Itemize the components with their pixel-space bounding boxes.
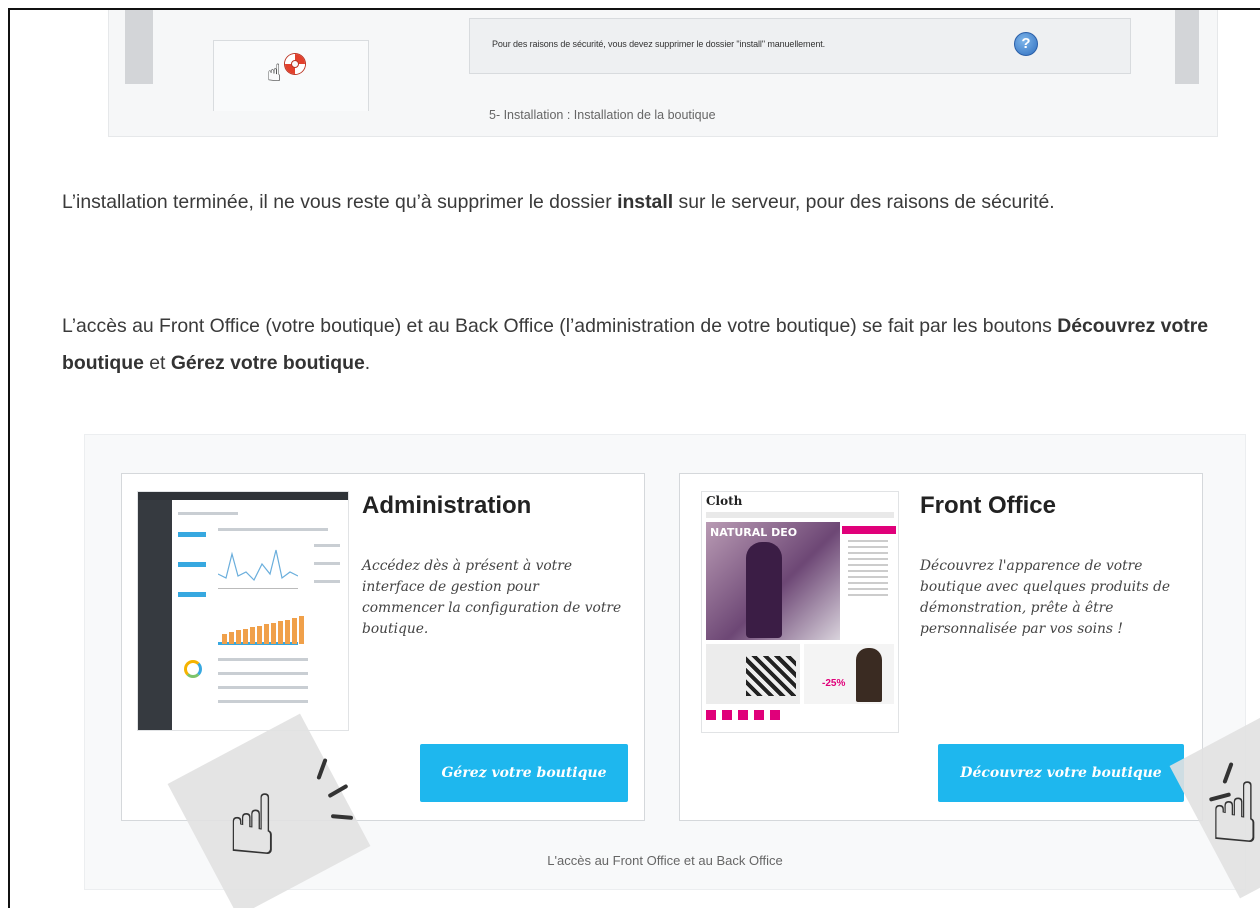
security-notice: Pour des raisons de sécurité, vous devez… [469,18,1131,74]
tap-hand-icon: ☝ [226,776,278,875]
admin-thumb-row [218,700,308,703]
front-thumb-shoes [746,656,796,696]
admin-thumb-line-chart [218,549,298,589]
administration-description: Accédez dès à présent à votre interface … [362,558,622,637]
admin-thumb-bar-chart [222,614,304,644]
scrollbar-left [125,10,153,84]
front-thumb-nav [706,512,894,518]
paragraph2-text-before: L’accès au Front Office (votre boutique)… [62,315,1058,337]
tap-hand-icon: ☝ [1209,763,1260,862]
scrollbar-right [1175,10,1199,84]
admin-thumb-kpi [178,532,206,537]
discover-shop-button[interactable]: Découvrez votre boutique [938,744,1184,802]
paragraph2-text-middle: et [143,352,171,374]
paragraph1-text-before: L’installation terminée, il ne vous rest… [62,191,618,213]
document-frame: ☝ Pour des raisons de sécurité, vous dev… [8,8,1260,908]
hand-cursor-icon: ☝ [267,59,282,87]
admin-thumb-row [218,672,308,675]
front-office-card: Cloth NATURAL DEO -25% Front Office Déco… [679,473,1203,821]
admin-thumb-row [314,544,340,547]
front-office-thumbnail: Cloth NATURAL DEO -25% [702,492,898,732]
front-thumb-model [746,542,782,638]
paragraph-office-access: L’accès au Front Office (votre boutique)… [62,308,1242,382]
manage-shop-button[interactable]: Gérez votre boutique [420,744,628,802]
front-office-description: Découvrez l'apparence de votre boutique … [920,558,1171,637]
front-thumb-footer [706,710,894,720]
administration-title: Administration [362,492,532,519]
front-thumb-cart [842,526,896,534]
install-step-screenshot: ☝ Pour des raisons de sécurité, vous dev… [108,10,1218,137]
admin-thumb-row [218,658,308,661]
admin-thumb-row [314,580,340,583]
admin-thumb-row [178,512,238,515]
help-icon[interactable]: ? [1014,32,1038,56]
admin-thumb-kpi [178,592,206,597]
paragraph2-bold-manage: Gérez votre boutique [170,352,365,374]
admin-thumb-row [218,686,308,689]
security-notice-text: Pour des raisons de sécurité, vous devez… [492,39,826,49]
admin-thumb-row [218,528,328,531]
help-tab[interactable] [213,40,369,111]
front-thumb-hero: NATURAL DEO [706,522,840,640]
paragraph1-text-after: sur le serveur, pour des raisons de sécu… [673,191,1055,213]
front-thumb-logo: Cloth [706,494,743,508]
admin-thumb-kpi [178,562,206,567]
front-thumb-sale: -25% [822,678,846,689]
front-thumb-man [856,648,882,702]
admin-thumb-sidebar [138,500,172,730]
admin-thumb-topbar [138,492,348,500]
front-thumb-list [848,540,888,542]
admin-thumb-row [314,562,340,565]
administration-thumbnail [138,492,348,730]
paragraph2-text-after: . [364,352,371,374]
paragraph1-bold-install: install [617,191,674,213]
paragraph-install-removal: L’installation terminée, il ne vous rest… [62,184,1242,221]
top-screenshot-caption: 5- Installation : Installation de la bou… [489,108,716,122]
front-thumb-hero-text: NATURAL DEO [710,526,798,539]
admin-thumb-donut [184,660,202,678]
front-office-title: Front Office [920,492,1056,519]
